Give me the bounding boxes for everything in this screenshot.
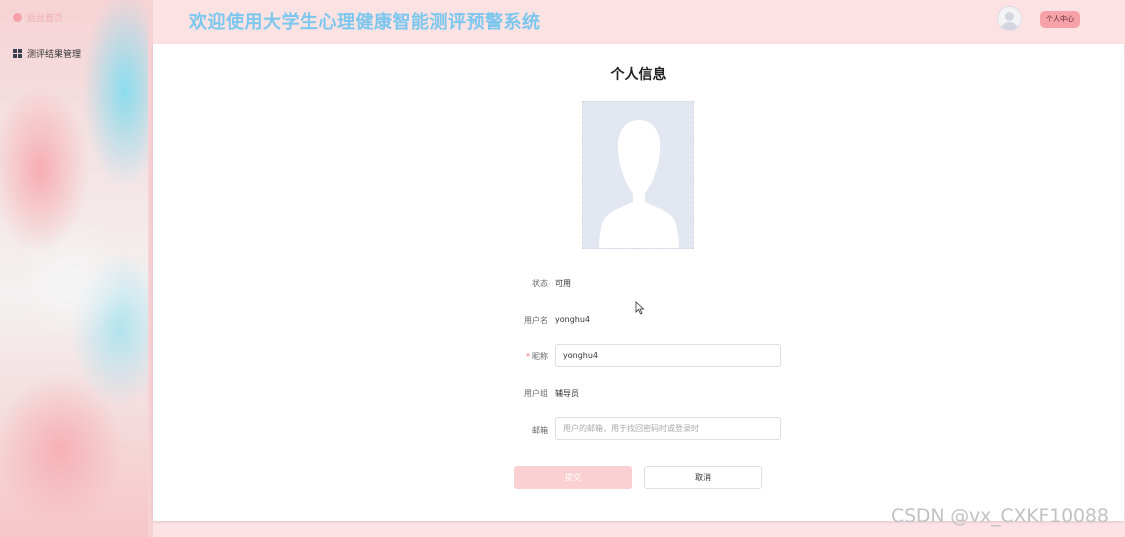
usergroup-label: 用户组 — [524, 389, 548, 398]
home-icon — [13, 13, 22, 22]
status-label: 状态 — [532, 279, 548, 288]
user-avatar-icon[interactable] — [997, 6, 1022, 31]
nickname-label-row: * 昵称 — [488, 351, 548, 362]
chevron-icon: › — [86, 12, 90, 21]
sidebar-item-results[interactable]: 测评结果管理 — [13, 47, 81, 60]
page-title: 个人信息 — [610, 67, 667, 83]
status-value: 可用 — [555, 279, 571, 288]
email-input[interactable]: 用户的邮箱，用于找回密码时或登录时 — [555, 417, 781, 440]
watermark: CSDN @vx_CXKF10088 — [891, 505, 1109, 527]
required-mark: * — [526, 352, 530, 361]
username-label: 用户名 — [524, 316, 548, 325]
sidebar-item-label: 后台首页 — [27, 14, 64, 24]
sidebar-item-home[interactable]: 后台首页 — [13, 11, 63, 24]
nickname-label: 昵称 — [532, 352, 548, 361]
profile-panel: 个人信息 状态 可用 用户名 yonghu4 * 昵称 yonghu4 用户组 辅… — [153, 44, 1124, 521]
sidebar: 后台首页 › 测评结果管理 — [0, 0, 148, 537]
username-value: yonghu4 — [555, 315, 591, 324]
app-title: 欢迎使用大学生心理健康智能测评预警系统 — [189, 12, 541, 33]
cancel-button[interactable]: 取消 — [644, 466, 762, 489]
submit-button[interactable]: 提交 — [514, 466, 632, 489]
sidebar-item-label: 测评结果管理 — [27, 50, 82, 60]
usergroup-value: 辅导员 — [555, 389, 579, 398]
email-label: 邮箱 — [532, 426, 548, 435]
mouse-cursor-icon — [635, 301, 645, 315]
header: 欢迎使用大学生心理健康智能测评预警系统 个人中心 — [153, 0, 1125, 43]
grid-icon — [13, 49, 22, 58]
default-avatar-icon[interactable] — [582, 101, 694, 249]
nickname-input[interactable]: yonghu4 — [555, 344, 781, 367]
personal-center-button[interactable]: 个人中心 — [1040, 11, 1080, 28]
